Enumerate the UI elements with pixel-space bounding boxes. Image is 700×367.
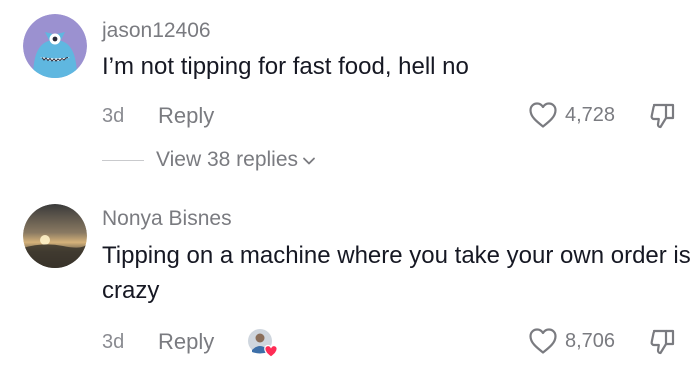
username[interactable]: Nonya Bisnes [102,207,232,231]
avatar[interactable] [23,14,87,78]
comment-text: Tipping on a machine where you take your… [102,242,691,304]
reply-button[interactable]: Reply [158,329,214,355]
timestamp: 3d [102,105,125,127]
view-replies-label: View 38 replies [156,148,299,171]
reply-button[interactable]: Reply [158,103,214,129]
divider [102,159,144,161]
creator-avatar-icon [248,329,278,358]
chevron-down-icon [303,157,315,165]
like-count: 8,706 [565,329,616,352]
avatar[interactable] [23,204,87,268]
creator-liked-heart-icon [264,344,278,358]
like-button[interactable]: 8,706 [528,327,615,355]
username[interactable]: jason12406 [102,19,211,43]
like-count: 4,728 [565,103,616,126]
dislike-button[interactable] [648,101,678,136]
timestamp: 3d [102,331,125,353]
heart-outline-icon [529,102,557,128]
heart-outline-icon [529,328,557,354]
thumbs-down-icon [650,103,675,129]
comment-text: I’m not tipping for fast food, hell no [102,53,469,80]
sunset-beach-avatar-icon [23,204,87,268]
dislike-button[interactable] [648,327,678,362]
like-button[interactable]: 4,728 [528,101,615,129]
thumbs-down-icon [650,329,675,355]
blue-monster-avatar-icon [23,14,87,78]
view-replies-button[interactable]: View 38 replies [102,148,316,172]
creator-liked-badge [246,326,280,360]
